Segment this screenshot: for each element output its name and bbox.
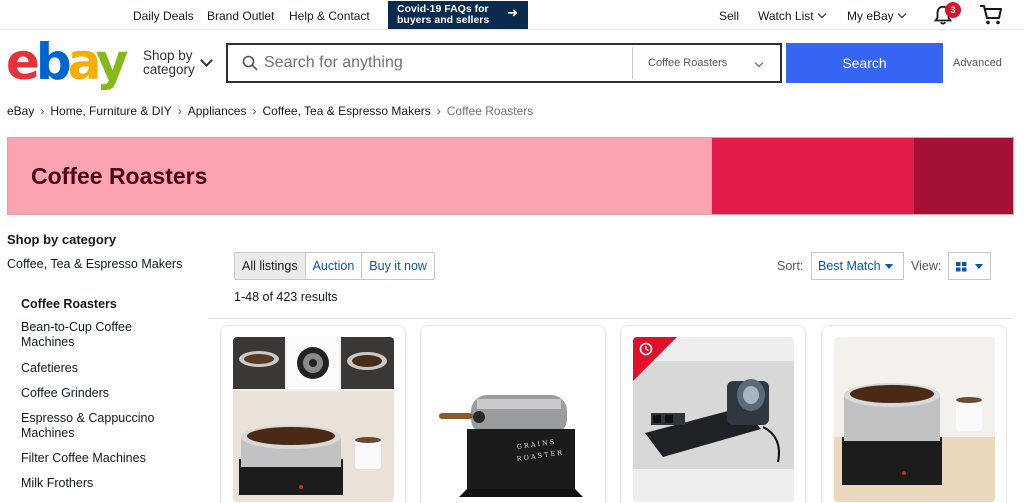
sort-value: Best Match — [818, 259, 881, 273]
category-select[interactable]: Coffee Roasters — [632, 47, 780, 79]
caret-down-icon — [885, 264, 893, 269]
logo-letter-y: y — [95, 33, 129, 91]
ebay-logo[interactable]: ebay — [6, 33, 128, 91]
covid-faq-text: Covid-19 FAQs for buyers and sellers — [397, 3, 490, 26]
daily-deals-link[interactable]: Daily Deals — [133, 9, 194, 23]
sidebar-item-coffee-grinders[interactable]: Coffee Grinders — [21, 386, 181, 401]
sidebar-parent-category[interactable]: Coffee, Tea & Espresso Makers — [7, 257, 187, 272]
logo-letter-b: b — [35, 33, 72, 91]
chevron-right-icon: › — [40, 104, 45, 118]
advanced-search-link[interactable]: Advanced — [953, 57, 1002, 69]
clock-icon — [639, 342, 653, 356]
product-image[interactable] — [834, 337, 995, 502]
breadcrumb-coffee-makers[interactable]: Coffee, Tea & Espresso Makers — [262, 104, 430, 118]
breadcrumb-appliances[interactable]: Appliances — [188, 104, 247, 118]
search-input[interactable] — [264, 45, 634, 81]
tab-buy-it-now[interactable]: Buy it now — [361, 253, 434, 279]
watch-list-label: Watch List — [758, 9, 814, 23]
logo-letter-e: e — [6, 33, 40, 91]
sidebar-heading: Shop by category — [7, 232, 117, 247]
sell-link[interactable]: Sell — [719, 9, 739, 23]
chevron-right-icon: › — [177, 104, 182, 118]
my-ebay-label: My eBay — [847, 9, 894, 23]
sidebar-item-cafetieres[interactable]: Cafetieres — [21, 361, 181, 376]
chevron-down-icon — [897, 9, 906, 19]
shop-by-category-label: Shop by category — [143, 48, 195, 77]
sidebar-item-coffee-roasters[interactable]: Coffee Roasters — [21, 297, 181, 312]
arrow-right-icon: ➜ — [507, 5, 518, 20]
sidebar-item-bean-to-cup[interactable]: Bean-to-Cup Coffee Machines — [21, 320, 181, 350]
shop-by-category-button[interactable]: Shop by category — [143, 49, 199, 77]
search-button[interactable]: Search — [786, 43, 943, 83]
divider — [208, 318, 1014, 319]
category-banner: Coffee Roasters — [7, 137, 1014, 215]
chevron-down-icon — [754, 58, 764, 68]
help-contact-link[interactable]: Help & Contact — [289, 9, 370, 23]
notification-badge: 3 — [945, 2, 961, 18]
logo-letter-a: a — [67, 33, 100, 91]
cart-icon[interactable] — [979, 4, 1003, 26]
tab-auction[interactable]: Auction — [304, 253, 362, 279]
search-icon — [242, 55, 258, 71]
breadcrumb: eBay › Home, Furniture & DIY › Appliances › Co… — [7, 104, 533, 118]
tab-all-listings[interactable]: All listings — [235, 253, 305, 279]
sidebar-item-espresso[interactable]: Espresso & Cappuccino Machines — [21, 411, 181, 441]
sidebar-item-filter-coffee[interactable]: Filter Coffee Machines — [21, 451, 181, 466]
watch-list-menu[interactable]: Watch List — [758, 9, 826, 23]
sidebar-item-milk-frothers[interactable]: Milk Frothers — [21, 476, 181, 491]
banner-dark-block — [914, 138, 1013, 214]
product-image[interactable] — [233, 337, 394, 502]
top-bar: Daily Deals Brand Outlet Help & Contact … — [0, 0, 1024, 30]
caret-down-icon — [975, 264, 983, 269]
product-card[interactable] — [821, 325, 1007, 503]
listing-tabs: All listings Auction Buy it now — [234, 252, 435, 280]
my-ebay-menu[interactable]: My eBay — [847, 9, 906, 23]
product-image[interactable]: G R A I N S R O A S T E R — [433, 337, 594, 502]
product-card[interactable]: G R A I N S R O A S T E R — [420, 325, 606, 503]
breadcrumb-home-furniture[interactable]: Home, Furniture & DIY — [50, 104, 171, 118]
view-label: View: — [911, 259, 942, 273]
product-card[interactable] — [220, 325, 406, 503]
page-title: Coffee Roasters — [31, 163, 208, 189]
category-select-value: Coffee Roasters — [648, 57, 728, 69]
covid-faq-banner[interactable]: Covid-19 FAQs for buyers and sellers ➜ — [388, 1, 528, 29]
sort-label: Sort: — [777, 259, 804, 273]
chevron-right-icon: › — [436, 104, 441, 118]
breadcrumb-current: Coffee Roasters — [446, 104, 534, 118]
chevron-right-icon: › — [252, 104, 257, 118]
breadcrumb-ebay[interactable]: eBay — [7, 104, 34, 118]
brand-outlet-link[interactable]: Brand Outlet — [207, 9, 274, 23]
grid-view-icon — [956, 262, 967, 272]
product-card[interactable] — [620, 325, 806, 503]
sort-dropdown[interactable]: Best Match — [811, 252, 904, 280]
view-dropdown[interactable] — [948, 252, 991, 280]
search-bar: Coffee Roasters — [226, 43, 782, 83]
product-image[interactable] — [633, 337, 794, 502]
results-count: 1-48 of 423 results — [234, 290, 338, 304]
chevron-down-icon — [817, 9, 826, 19]
chevron-down-icon[interactable] — [200, 54, 213, 67]
banner-accent-block — [712, 138, 914, 214]
